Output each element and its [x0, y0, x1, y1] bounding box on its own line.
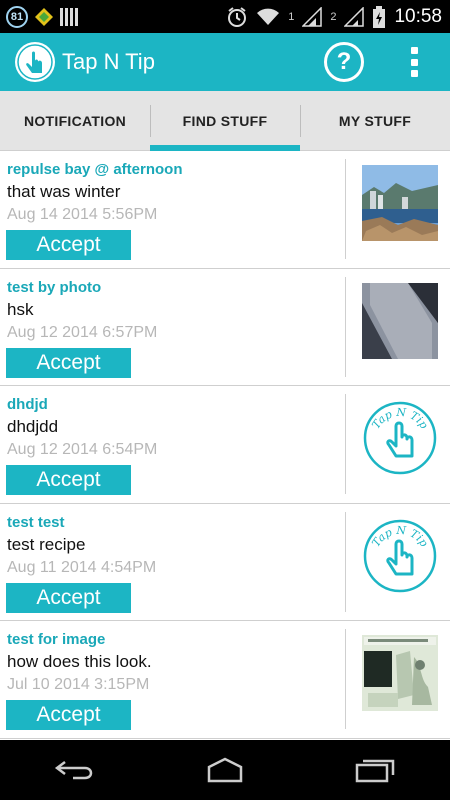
notification-count-icon: 81	[6, 5, 28, 28]
item-title: test for image	[7, 631, 106, 648]
item-thumbnail[interactable]	[362, 635, 438, 711]
item-date: Aug 12 2014 6:54PM	[7, 441, 158, 458]
item-description: test recipe	[7, 534, 86, 554]
divider	[345, 629, 346, 729]
list-item[interactable]: dhdjd dhdjdd Aug 12 2014 6:54PM Accept T…	[0, 386, 450, 504]
item-date: Aug 11 2014 4:54PM	[7, 558, 157, 576]
back-icon[interactable]	[45, 750, 105, 790]
divider	[345, 276, 346, 377]
recents-icon[interactable]	[345, 750, 405, 790]
item-thumbnail[interactable]	[362, 282, 438, 359]
tap-n-tip-thumbnail-icon[interactable]: Tap N Tip	[362, 400, 438, 476]
list-item[interactable]: test by photo hsk Aug 12 2014 6:57PM Acc…	[0, 269, 450, 386]
item-description: dhdjdd	[7, 417, 59, 436]
accept-button[interactable]: Accept	[6, 347, 131, 378]
item-title: dhdjd	[7, 396, 48, 413]
item-title: repulse bay @ afternoon	[7, 161, 183, 178]
sim1-label: 1	[288, 10, 295, 23]
tab-notification[interactable]: NOTIFICATION	[0, 91, 150, 150]
item-thumbnail[interactable]	[362, 165, 438, 241]
list-item[interactable]: test for image how does this look. Jul 1…	[0, 621, 450, 739]
item-date: Aug 14 2014 5:56PM	[7, 206, 158, 223]
tap-n-tip-logo-icon[interactable]	[14, 41, 56, 83]
signal-sim2-icon	[344, 6, 365, 27]
accept-button[interactable]: Accept	[6, 230, 131, 260]
list-item[interactable]: repulse bay @ afternoon that was winter …	[0, 151, 450, 269]
item-description: that was winter	[7, 182, 121, 201]
overflow-menu-icon[interactable]	[402, 44, 426, 80]
item-description: hsk	[7, 299, 34, 319]
divider	[345, 511, 346, 612]
tab-my-stuff[interactable]: MY STUFF	[300, 91, 450, 150]
item-title: test by photo	[7, 278, 102, 296]
item-date: Aug 12 2014 6:57PM	[7, 323, 158, 341]
signal-sim1-icon	[302, 6, 323, 27]
tab-find-stuff[interactable]: FIND STUFF	[150, 91, 300, 151]
stuff-list[interactable]: repulse bay @ afternoon that was winter …	[0, 151, 450, 740]
accept-button[interactable]: Accept	[6, 700, 131, 730]
item-date: Jul 10 2014 3:15PM	[7, 676, 150, 693]
wifi-icon	[257, 8, 280, 25]
divider	[345, 159, 346, 259]
divider	[345, 394, 346, 494]
app-notification-icon	[35, 7, 53, 26]
home-icon[interactable]	[195, 750, 255, 790]
accept-button[interactable]: Accept	[6, 465, 131, 495]
item-title: test test	[7, 513, 65, 531]
clock: 10:58	[394, 5, 442, 27]
battery-icon	[373, 5, 386, 28]
system-nav-bar	[0, 740, 450, 800]
alarm-icon	[228, 6, 247, 27]
help-button[interactable]: ?	[324, 42, 364, 82]
app-bar: Tap N Tip ?	[0, 33, 450, 91]
sim2-label: 2	[330, 10, 337, 23]
accept-button[interactable]: Accept	[6, 582, 131, 613]
barcode-icon	[60, 7, 78, 26]
tab-bar: NOTIFICATION FIND STUFF MY STUFF	[0, 91, 450, 151]
app-title: Tap N Tip	[62, 49, 155, 74]
status-bar: 81 1 2 10:58	[0, 0, 450, 33]
tap-n-tip-thumbnail-icon[interactable]: Tap N Tip	[362, 518, 438, 594]
list-item[interactable]: test test test recipe Aug 11 2014 4:54PM…	[0, 504, 450, 621]
item-description: how does this look.	[7, 652, 152, 671]
